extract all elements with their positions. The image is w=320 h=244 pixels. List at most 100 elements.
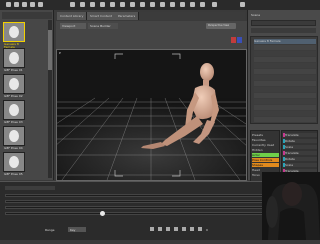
library-thumbnail[interactable] — [3, 152, 25, 172]
keyframe-button[interactable] — [190, 227, 194, 231]
tab-content-library[interactable]: Content Library — [57, 12, 88, 20]
new-scene-icon[interactable] — [6, 2, 11, 7]
scrub-bar[interactable] — [5, 212, 265, 215]
record-button[interactable] — [198, 227, 202, 231]
scene-row[interactable] — [254, 87, 316, 92]
figure-preview-icon — [9, 130, 19, 142]
keyframe-track[interactable] — [5, 200, 265, 203]
parameter-group-item[interactable]: Presets — [252, 133, 279, 137]
viewport-header: Viewport Scene Builder Perspective View — [56, 21, 247, 49]
content-library-panel: Genesis 8 Female G8F Pose 01 G8F Pose 02 G8… — [0, 10, 54, 180]
scene-row[interactable] — [254, 69, 316, 74]
library-item-label: G8F Pose 04 — [4, 146, 23, 150]
scene-row[interactable] — [254, 75, 316, 80]
node-weight-icon[interactable] — [180, 2, 185, 7]
geometry-editor-icon[interactable] — [200, 2, 205, 7]
layout-icon[interactable] — [212, 2, 217, 7]
scene-filter-bar — [251, 28, 316, 33]
tab-parameters[interactable]: Parameters — [115, 12, 140, 20]
move-tool-icon[interactable] — [80, 2, 85, 7]
scene-row[interactable] — [254, 45, 316, 50]
iray-preview-icon[interactable] — [160, 2, 165, 7]
figure-preview-icon — [9, 52, 19, 64]
library-scrollbar-thumb[interactable] — [48, 30, 52, 70]
scale-tool-icon[interactable] — [100, 2, 105, 7]
scene-row[interactable] — [254, 99, 316, 104]
scene-builder-tab[interactable]: Scene Builder — [88, 23, 118, 29]
menu-bar — [0, 0, 320, 10]
aux-viewport-blue-icon[interactable] — [237, 37, 242, 43]
parameter-slider[interactable]: Translate — [283, 151, 317, 155]
library-thumbnail[interactable] — [3, 22, 25, 42]
3d-viewport[interactable]: P — [0, 49, 320, 181]
surface-tool-icon[interactable] — [190, 2, 195, 7]
scene-outliner-list: Genesis 8 Female — [250, 36, 318, 124]
light-tool-icon[interactable] — [120, 2, 125, 7]
scene-panel-title: Scene — [251, 13, 261, 17]
library-item-label: G8F Pose 03 — [4, 120, 23, 124]
timeline-mode-value: Key — [70, 228, 76, 232]
play-button[interactable] — [150, 227, 154, 231]
viewport-canvas — [0, 50, 320, 181]
parameter-group-item[interactable]: Shapes — [252, 163, 279, 167]
select-tool-icon[interactable] — [70, 2, 75, 7]
current-frame: 0 — [206, 228, 208, 232]
timeline-ruler[interactable] — [5, 206, 265, 209]
rotate-tool-icon[interactable] — [90, 2, 95, 7]
parameter-slider[interactable]: Rotate — [283, 139, 317, 143]
library-thumbnail[interactable] — [3, 126, 25, 146]
viewport-tab[interactable]: Viewport — [60, 23, 86, 29]
library-item-label: G8F Pose 01 — [4, 68, 23, 72]
save-icon[interactable] — [22, 2, 27, 7]
stop-button[interactable] — [158, 227, 162, 231]
parameter-group-item[interactable]: Pose Controls — [252, 158, 279, 162]
redo-icon[interactable] — [38, 2, 43, 7]
library-item-label: G8F Pose 02 — [4, 94, 23, 98]
webcam-overlay — [262, 172, 320, 240]
scene-row[interactable] — [254, 51, 316, 56]
render-icon[interactable] — [130, 2, 135, 7]
figure-preview-icon — [9, 104, 19, 116]
undo-icon[interactable] — [30, 2, 35, 7]
timeline-toolbar — [5, 186, 55, 190]
parameter-slider[interactable]: Scale — [283, 145, 317, 149]
timeline-track[interactable] — [5, 194, 265, 197]
scene-row[interactable] — [254, 57, 316, 62]
timeline-mode-label: Range — [45, 228, 55, 232]
figure-preview-icon — [9, 26, 19, 38]
parameter-group-item[interactable]: Currently Used — [252, 143, 279, 147]
parameter-group-item[interactable]: Hidden — [252, 148, 279, 152]
playhead-handle[interactable] — [100, 211, 105, 216]
library-thumbnail[interactable] — [3, 74, 25, 94]
scene-row[interactable] — [254, 81, 316, 86]
open-icon[interactable] — [14, 2, 19, 7]
scene-row[interactable] — [254, 63, 316, 68]
tab-smart-content[interactable]: Smart Content — [87, 12, 116, 20]
render-settings-icon[interactable] — [140, 2, 145, 7]
scene-row[interactable] — [254, 93, 316, 98]
help-icon[interactable] — [240, 2, 245, 7]
gizmo-icon[interactable] — [170, 2, 175, 7]
aux-viewport-red-icon[interactable] — [231, 37, 236, 43]
parameter-group-item[interactable]: Favorites — [252, 138, 279, 142]
loop-button[interactable] — [182, 227, 186, 231]
scene-row[interactable] — [254, 105, 316, 110]
library-thumbnail[interactable] — [3, 100, 25, 120]
camera-select-label: Perspective View — [208, 24, 230, 27]
step-back-button[interactable] — [166, 227, 170, 231]
scene-row[interactable] — [254, 111, 316, 116]
parameter-group-item[interactable]: Actor — [252, 153, 279, 157]
parameter-slider[interactable]: Scale — [283, 163, 317, 167]
camera-tool-icon[interactable] — [110, 2, 115, 7]
spotlight-icon[interactable] — [150, 2, 155, 7]
figure-preview-icon — [9, 156, 19, 168]
library-item-label: G8F Pose 05 — [4, 172, 23, 176]
scene-row[interactable]: Genesis 8 Female — [254, 39, 316, 44]
scene-row[interactable] — [254, 117, 316, 122]
figure-preview-icon — [9, 78, 19, 90]
parameter-slider[interactable]: Rotate — [283, 157, 317, 161]
scene-search-field[interactable] — [251, 20, 316, 26]
library-thumbnail[interactable] — [3, 48, 25, 68]
parameter-slider[interactable]: Translate — [283, 133, 317, 137]
step-forward-button[interactable] — [174, 227, 178, 231]
